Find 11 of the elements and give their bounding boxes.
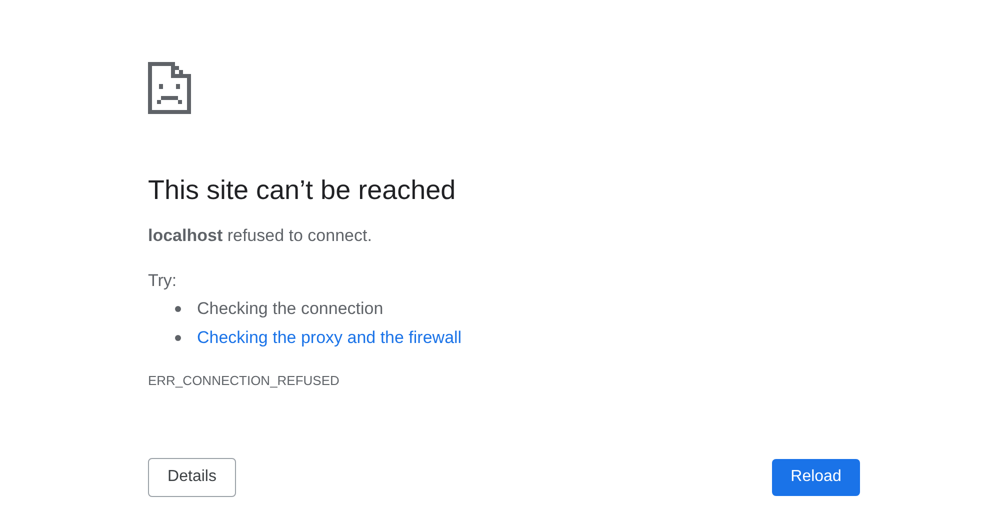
sad-page-icon (148, 62, 191, 114)
suggestion-link[interactable]: Checking the proxy and the firewall (197, 327, 462, 349)
reload-button[interactable]: Reload (772, 458, 860, 496)
bullet-icon (175, 335, 181, 341)
error-title: This site can’t be reached (148, 174, 457, 206)
error-message: localhost refused to connect. (148, 225, 372, 247)
try-label: Try: (148, 270, 177, 292)
details-button[interactable]: Details (148, 458, 236, 496)
error-code: ERR_CONNECTION_REFUSED (148, 372, 340, 390)
suggestion-text: Checking the connection (197, 298, 384, 320)
bullet-icon (175, 306, 181, 312)
